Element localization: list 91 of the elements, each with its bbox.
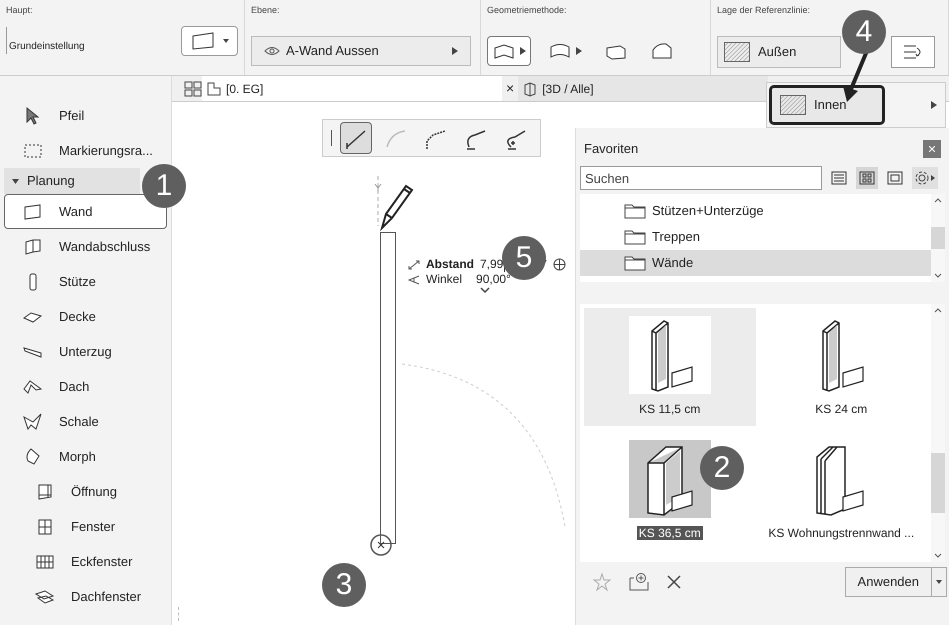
folder-item[interactable]: Treppen [580,224,931,250]
scrollbar-thumb[interactable] [931,453,945,513]
group-label: Geometriemethode: [487,4,568,17]
wall-icon [190,32,214,50]
distance-icon [408,260,420,270]
caret-icon [452,46,458,54]
favorite-label: KS 24 cm [815,402,868,416]
menu-option[interactable]: Innen [769,85,885,125]
caret-icon [936,578,942,586]
folder-add-icon[interactable] [628,572,650,592]
scrollbar[interactable] [931,304,945,562]
favorite-name: Grundeinstellung [6,27,173,54]
shell-icon [23,412,43,432]
caret-icon [222,36,228,44]
hatch-swatch-icon [780,95,806,115]
toolbox-item[interactable]: Stütze [4,264,167,299]
favorite-label: KS 11,5 cm [639,402,700,416]
view-tab[interactable]: [0. EG] [202,76,502,101]
list-view-icon [831,171,847,185]
expand-chevron-icon[interactable] [480,287,490,293]
scroll-up-icon[interactable] [934,198,942,203]
expand-triangle-icon [12,178,19,184]
toolbox-item[interactable]: Schale [4,404,167,439]
pencil-cursor-icon [378,182,414,232]
layer-dropdown[interactable]: A-Wand Aussen [251,36,471,66]
toolbox-item[interactable]: Decke [4,299,167,334]
group-label: Planung [27,172,75,190]
folder-item[interactable]: Wände [580,250,931,276]
favorite-label: KS Wohnungstrennwand ... [768,526,914,540]
angle-label: Winkel [426,272,462,287]
folder-icon [624,229,646,245]
folder-icon [624,255,646,271]
toolbox-item[interactable]: Eckfenster [4,544,167,579]
settings-button[interactable] [912,167,938,189]
favorite-item[interactable]: KS 11,5 cm [584,308,756,426]
close-button[interactable] [923,140,941,158]
scrollbar-thumb[interactable] [931,227,945,249]
favorite-item[interactable]: KS Wohnungstrennwand ... [756,432,927,550]
folder-item[interactable]: Stützen+Unterzüge [580,198,931,224]
delete-icon[interactable] [666,574,682,590]
toolbox-item[interactable]: Unterzug [4,334,167,369]
scrollbar[interactable] [931,194,945,282]
eye-icon [264,46,280,56]
grid-view-icon[interactable] [184,80,202,96]
favorite-label: KS 36,5 cm [636,526,703,540]
toolbox-item[interactable]: Dachfenster [4,579,167,614]
toolbox-item[interactable]: Fenster [4,509,167,544]
scroll-down-icon[interactable] [934,553,942,558]
scroll-up-icon[interactable] [934,308,942,313]
crosshair-circle-icon[interactable] [553,258,566,271]
reference-line-dropdown[interactable]: Außen [717,36,841,68]
toolbox-item[interactable]: Pfeil [4,98,167,133]
panel-title: Favoriten [584,140,638,158]
tool-settings-button[interactable] [181,26,238,56]
wall-icon [23,202,43,222]
draw-mode-button[interactable] [340,122,372,154]
group-label: Ebene: [251,4,281,17]
grid-view-icon [859,171,875,185]
settings-icon [914,170,936,186]
wall-end-icon [23,236,43,256]
star-add-icon[interactable] [592,572,612,592]
hatch-swatch-icon [724,42,750,62]
close-tab-button[interactable]: × [502,78,518,99]
floor-plan-icon [206,80,222,96]
caret-icon [520,46,526,54]
folder-icon [624,203,646,219]
scroll-down-icon[interactable] [934,273,942,278]
view-mode-button[interactable] [856,167,878,189]
group-label: Haupt: [6,4,34,17]
toolbox-item[interactable]: Wand [4,194,167,229]
toolbox-item[interactable]: Wandabschluss [4,229,167,264]
guide-line [374,176,382,226]
caret-icon [931,101,937,109]
geometry-method-button[interactable] [487,36,531,66]
close-icon [929,146,935,152]
favorite-item[interactable]: KS 24 cm [756,308,927,426]
preview-icon [887,171,903,185]
start-point-marker [370,534,392,556]
view-tab[interactable]: [3D / Alle] [518,76,768,101]
cube-icon [522,80,538,96]
toolbox-item[interactable]: Dach [4,369,167,404]
search-field[interactable]: Suchen [580,166,822,190]
apply-button[interactable]: Anwenden [844,567,947,597]
caret-icon [576,46,582,54]
flip-reference-button[interactable] [891,36,935,68]
toolbox-item[interactable]: Morph [4,439,167,474]
distance-label: Abstand [426,257,474,272]
toolbox-group-header[interactable]: Planung [4,168,140,194]
group-label: Lage der Referenzlinie: [717,4,812,17]
toolbox-item[interactable]: Öffnung [4,474,167,509]
angle-icon [408,274,420,284]
